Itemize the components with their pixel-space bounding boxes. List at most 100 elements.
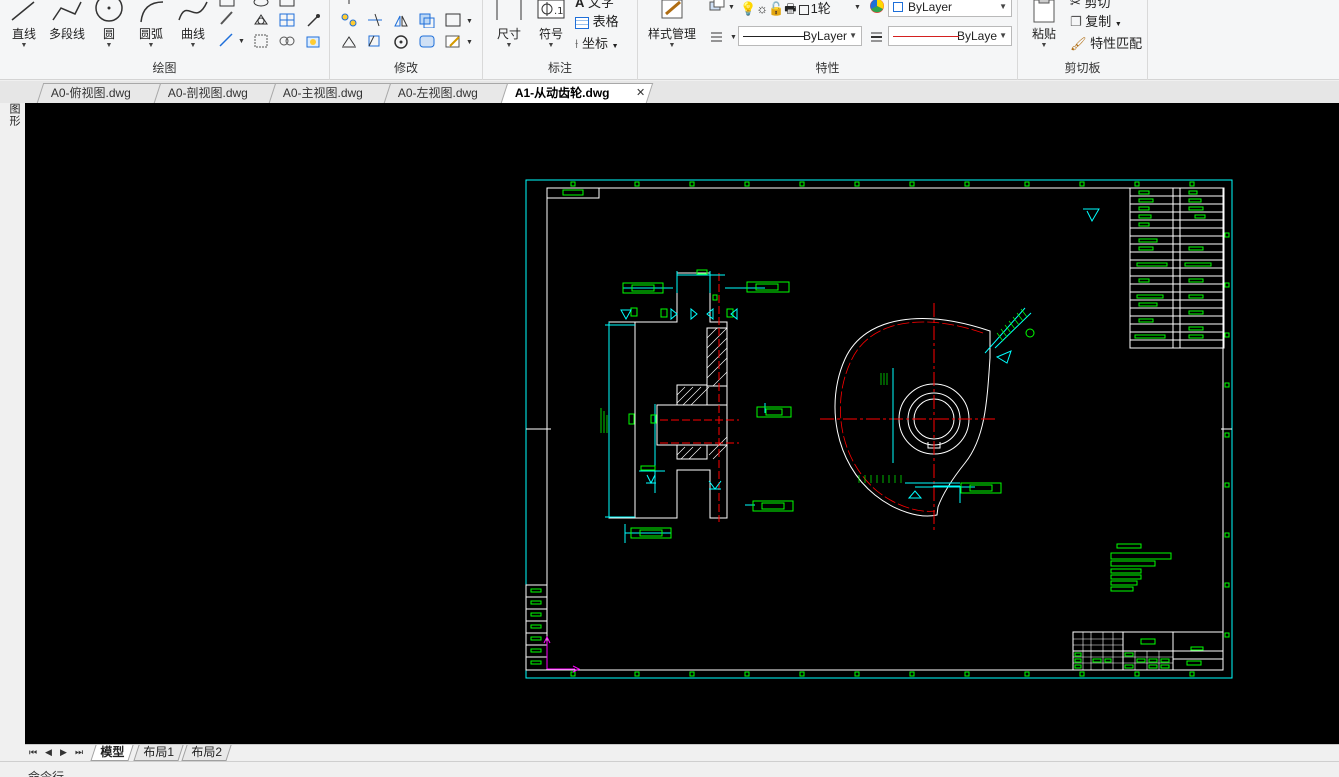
brush-icon: 🖌 [1070, 36, 1087, 51]
linetype-icon[interactable] [708, 28, 726, 44]
fillet-icon[interactable] [418, 33, 436, 49]
tab-layout2[interactable]: 布局2 [181, 745, 232, 761]
gear-front-view [820, 303, 1035, 533]
trim-icon[interactable] [366, 12, 384, 28]
symbol-icon: .1 [535, 0, 567, 24]
chevron-down-icon: ▼ [999, 2, 1007, 11]
match-properties-button[interactable]: 🖌 特性匹配 [1070, 33, 1142, 52]
close-icon[interactable]: ✕ [636, 86, 645, 99]
ellipse-icon[interactable] [252, 0, 270, 12]
draw-group: 直线 ▼ 多段线 圆 ▼ 圆弧 ▼ 曲线 ▼ ▼ 绘图 [0, 0, 330, 80]
ucs-icon [543, 635, 581, 673]
paste-icon [1028, 0, 1060, 24]
linetype-dropdown[interactable]: ByLayer ▼ [738, 26, 862, 46]
command-line[interactable]: 命令行 [0, 761, 1339, 777]
chevron-down-icon: ▼ [147, 42, 155, 49]
line-tool-button[interactable]: 直线 ▼ [8, 0, 40, 50]
copy-button[interactable]: ❐ 复制 ▼ [1070, 11, 1122, 30]
circle-icon [93, 0, 125, 24]
array-icon[interactable] [340, 12, 358, 28]
polyline-tool-button[interactable]: 多段线 [45, 0, 89, 42]
tab-a0-top-view[interactable]: A0-俯视图.dwg [36, 83, 162, 103]
tab-model[interactable]: 模型 [90, 745, 134, 761]
tab-layout1[interactable]: 布局1 [133, 745, 184, 761]
polyline-icon [51, 0, 83, 24]
drawing-canvas[interactable] [25, 103, 1339, 744]
properties-group: 样式管理 ▼ ▼ 💡☼🔓🖶1轮 ▼ ByLayer ▼ ▼ ByLayer ▼ [638, 0, 1018, 80]
layer-properties-icon[interactable] [708, 0, 726, 14]
style-manager-icon [656, 0, 688, 24]
chevron-down-icon: ▼ [1114, 21, 1122, 28]
rotate-icon[interactable] [392, 33, 410, 49]
lineweight-dropdown[interactable]: ByLaye ▼ [888, 26, 1012, 46]
color-dropdown[interactable]: ByLayer ▼ [888, 0, 1012, 17]
move-icon[interactable] [340, 0, 358, 12]
region-icon[interactable] [252, 12, 270, 28]
chevron-down-icon: ▼ [849, 31, 857, 40]
tab-a1-driven-gear[interactable]: A1-从动齿轮.dwg [500, 83, 654, 103]
coordinate-button[interactable]: ⟊ 坐标 ▼ [575, 33, 619, 52]
sheet-inner-border [546, 187, 1224, 671]
document-tab-bar: A0-俯视图.dwg A0-剖视图.dwg A0-主视图.dwg A0-左视图.… [0, 81, 1339, 103]
spline-tool-button[interactable]: 曲线 ▼ [176, 0, 210, 50]
style-manager-button[interactable]: 样式管理 ▼ [646, 0, 698, 50]
line-icon [8, 0, 40, 24]
symbol-button[interactable]: .1 符号 ▼ [535, 0, 567, 50]
color-wheel-icon[interactable] [868, 0, 886, 14]
chevron-down-icon: ▼ [189, 42, 197, 49]
chevron-down-icon[interactable]: ▼ [238, 34, 245, 49]
side-palette-label[interactable]: 图形 [6, 103, 22, 127]
mirror-icon[interactable] [392, 12, 410, 28]
explode-icon[interactable] [444, 12, 462, 28]
drawing-svg[interactable] [25, 103, 1339, 744]
arc-tool-button[interactable]: 圆弧 ▼ [134, 0, 168, 50]
tab-a0-left-view[interactable]: A0-左视图.dwg [383, 83, 509, 103]
chevron-down-icon[interactable]: ▼ [730, 30, 737, 45]
prev-layout-icon[interactable]: ◀ [45, 745, 52, 760]
printer-icon: 🖶 [784, 1, 797, 16]
chevron-down-icon[interactable]: ▼ [854, 0, 861, 15]
hatch-icon[interactable] [218, 10, 236, 26]
point-icon[interactable] [304, 12, 322, 28]
chevron-down-icon: ▼ [547, 42, 555, 49]
tab-a0-front-view[interactable]: A0-主视图.dwg [268, 83, 392, 103]
lineweight-icon[interactable] [868, 28, 886, 44]
table-draw-icon[interactable] [278, 0, 296, 12]
dimension-button[interactable]: 尺寸 ▼ [493, 0, 525, 50]
chevron-down-icon[interactable]: ▼ [728, 0, 735, 15]
text-button[interactable]: A 文字 [575, 0, 614, 11]
copy-icon: ❐ [1070, 14, 1082, 29]
next-layout-icon[interactable]: ▶ [60, 745, 67, 760]
grid-icon[interactable] [278, 12, 296, 28]
cloud-icon[interactable] [278, 33, 296, 49]
boundary-icon[interactable] [252, 33, 270, 49]
text-icon: A [575, 0, 585, 10]
tab-a0-section-view[interactable]: A0-剖视图.dwg [153, 83, 277, 103]
offset-icon[interactable] [418, 12, 436, 28]
chevron-down-icon[interactable]: ▼ [466, 35, 473, 50]
last-layout-icon[interactable]: ⏭ [75, 745, 83, 760]
first-layout-icon[interactable]: ⏮ [29, 745, 37, 760]
cut-button[interactable]: ✂ 剪切 [1070, 0, 1111, 11]
general-roughness-symbol [1083, 208, 1100, 223]
paste-button[interactable]: 粘贴 ▼ [1026, 0, 1062, 50]
circle-tool-button[interactable]: 圆 ▼ [92, 0, 126, 50]
annotate-group: 尺寸 ▼ .1 符号 ▼ A 文字 表格 ⟊ 坐标 ▼ 标注 [483, 0, 638, 80]
scale-icon[interactable] [366, 33, 384, 49]
sheet-outer-border [525, 179, 1233, 679]
edit-icon[interactable] [444, 33, 462, 49]
arc-icon [135, 0, 167, 24]
layer-state-icons[interactable]: 💡☼🔓🖶 1轮 [740, 0, 831, 22]
coordinate-icon: ⟊ [575, 36, 579, 51]
layout-tab-bar: ⏮ ◀ ▶ ⏭ 模型 布局1 布局2 [25, 744, 1339, 761]
table-button[interactable]: 表格 [575, 11, 619, 30]
chevron-down-icon[interactable]: ▼ [466, 14, 473, 29]
wipeout-icon[interactable] [304, 33, 322, 49]
revision-strip [525, 584, 548, 671]
linetype-preview [743, 36, 805, 37]
stretch-icon[interactable] [340, 33, 358, 49]
chevron-down-icon: ▼ [505, 42, 513, 49]
ribbon: 直线 ▼ 多段线 圆 ▼ 圆弧 ▼ 曲线 ▼ ▼ 绘图 ▼ ▼ 修改 尺寸 ▼ … [0, 0, 1339, 80]
construction-line-icon[interactable] [218, 32, 236, 48]
lightbulb-icon: 💡 [740, 1, 757, 16]
